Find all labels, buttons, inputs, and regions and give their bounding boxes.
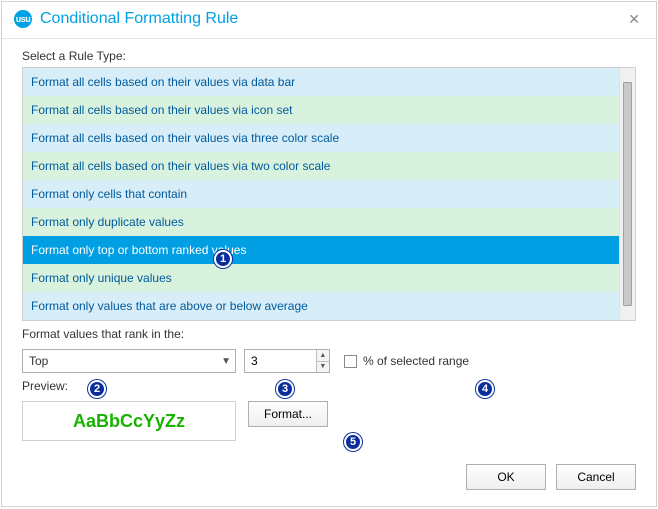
rank-direction-combo[interactable]: Top ▼	[22, 349, 236, 373]
percent-of-range-checkbox[interactable]: % of selected range	[344, 354, 469, 368]
rank-count-input[interactable]	[245, 350, 316, 372]
dialog-title: Conditional Formatting Rule	[40, 10, 616, 28]
rule-type-option[interactable]: Format all cells based on their values v…	[23, 124, 619, 152]
rule-type-option[interactable]: Format all cells based on their values v…	[23, 68, 619, 96]
preview-label: Preview:	[22, 379, 636, 393]
cancel-button[interactable]: Cancel	[556, 464, 636, 490]
rule-type-option[interactable]: Format only unique values	[23, 264, 619, 292]
rank-direction-value: Top	[29, 354, 48, 368]
scrollbar[interactable]	[619, 68, 635, 320]
spinner-down-icon[interactable]: ▼	[317, 362, 329, 373]
ok-button[interactable]: OK	[466, 464, 546, 490]
format-button[interactable]: Format...	[248, 401, 328, 427]
close-icon[interactable]: ✕	[624, 10, 644, 28]
rule-type-option[interactable]: Format only cells that contain	[23, 180, 619, 208]
rule-type-option[interactable]: Format only duplicate values	[23, 208, 619, 236]
rule-type-option[interactable]: Format all cells based on their values v…	[23, 96, 619, 124]
chevron-down-icon: ▼	[221, 356, 231, 367]
checkbox-box[interactable]	[344, 355, 357, 368]
rank-count-spinner[interactable]: ▲ ▼	[244, 349, 330, 373]
rule-type-label: Select a Rule Type:	[22, 49, 636, 63]
conditional-formatting-dialog: usu Conditional Formatting Rule ✕ Select…	[1, 1, 657, 507]
scrollbar-thumb[interactable]	[623, 82, 632, 306]
titlebar: usu Conditional Formatting Rule ✕	[2, 2, 656, 39]
spinner-up-icon[interactable]: ▲	[317, 350, 329, 362]
rule-type-option-selected[interactable]: Format only top or bottom ranked values	[23, 236, 619, 264]
preview-box: AaBbCcYyZz	[22, 401, 236, 441]
rule-type-option[interactable]: Format only values that are above or bel…	[23, 292, 619, 320]
rank-label: Format values that rank in the:	[22, 327, 636, 341]
preview-sample-text: AaBbCcYyZz	[73, 411, 185, 432]
app-icon: usu	[14, 10, 32, 28]
rule-type-option[interactable]: Format all cells based on their values v…	[23, 152, 619, 180]
percent-of-range-label: % of selected range	[363, 354, 469, 368]
dialog-footer: OK Cancel	[2, 452, 656, 506]
rule-type-list: Format all cells based on their values v…	[22, 67, 636, 321]
